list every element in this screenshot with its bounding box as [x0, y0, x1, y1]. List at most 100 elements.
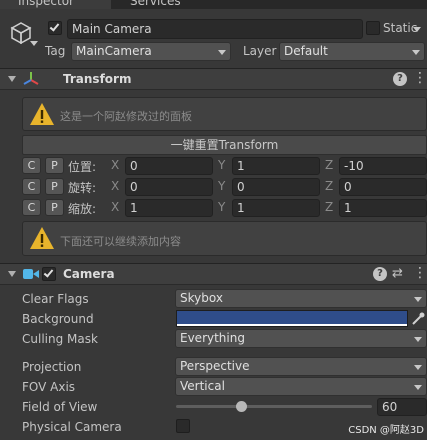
tag-value: MainCamera — [76, 44, 152, 58]
layer-dropdown[interactable]: Default — [279, 42, 425, 61]
clear-flags-label: Clear Flags — [22, 292, 89, 306]
settings-icon[interactable]: ⋮ — [413, 70, 427, 86]
fov-axis-value: Vertical — [180, 379, 225, 393]
fov-slider-track[interactable] — [176, 405, 372, 408]
culling-mask-value: Everything — [180, 331, 245, 345]
scale-y-value: 1 — [237, 201, 245, 215]
transform-row-scale: C P 缩放: X 1 Y 1 Z 1 — [0, 198, 427, 218]
tab-services-label: Services — [130, 0, 181, 8]
camera-icon — [23, 268, 39, 280]
clear-flags-dropdown[interactable]: Skybox — [175, 289, 427, 308]
transform-title: Transform — [63, 72, 132, 86]
position-label: 位置: — [68, 160, 97, 174]
transform-header[interactable]: Transform ? ⋮ — [0, 68, 427, 90]
static-checkbox[interactable] — [366, 21, 380, 35]
position-y-field[interactable]: 1 — [232, 157, 320, 175]
eyedropper-icon[interactable] — [410, 310, 426, 327]
fov-axis-label: FOV Axis — [22, 380, 76, 394]
scale-z-field[interactable]: 1 — [339, 199, 427, 217]
axis-y-label: Y — [218, 179, 226, 193]
help-icon[interactable]: ? — [373, 267, 387, 281]
paste-scale-button[interactable]: P — [45, 199, 64, 216]
rotation-z-field[interactable]: 0 — [339, 178, 427, 196]
position-z-value: -10 — [344, 159, 364, 173]
scale-x-value: 1 — [130, 201, 138, 215]
copy-scale-button[interactable]: C — [22, 199, 41, 216]
axis-y-label: Y — [218, 200, 226, 214]
tab-inspector[interactable]: Inspector — [0, 0, 111, 9]
projection-value: Perspective — [180, 359, 250, 373]
tag-dropdown[interactable]: MainCamera — [71, 42, 231, 61]
alpha-bar — [177, 324, 407, 326]
gameobject-cube-icon[interactable] — [10, 22, 32, 45]
transform-row-position: C P 位置: X 0 Y 1 Z -10 — [0, 156, 427, 176]
background-color-field[interactable] — [176, 310, 408, 327]
background-label: Background — [22, 312, 94, 326]
projection-dropdown[interactable]: Perspective — [175, 357, 427, 376]
warning-icon — [30, 227, 54, 249]
axis-x-label: X — [111, 158, 120, 172]
scale-z-value: 1 — [344, 201, 352, 215]
copy-label: C — [27, 180, 36, 193]
culling-mask-dropdown[interactable]: Everything — [175, 329, 427, 348]
camera-header[interactable]: Camera ? ⇄ ⋮ — [0, 263, 427, 285]
checkmark-icon — [43, 267, 54, 278]
copy-position-button[interactable]: C — [22, 157, 41, 174]
reset-transform-button[interactable]: 一键重置Transform — [22, 135, 427, 155]
foldout-arrow-icon[interactable] — [8, 271, 16, 277]
copy-label: C — [27, 159, 36, 172]
transform-note2-text: 下面还可以继续添加内容 — [60, 235, 181, 248]
position-y-value: 1 — [237, 159, 245, 173]
projection-label: Projection — [22, 360, 82, 374]
camera-title: Camera — [63, 267, 115, 281]
physical-camera-checkbox[interactable] — [176, 419, 190, 433]
presets-icon[interactable]: ⇄ — [392, 266, 403, 281]
gameobject-active-checkbox[interactable] — [48, 21, 62, 35]
fov-slider-thumb[interactable] — [235, 401, 247, 412]
rotation-x-field[interactable]: 0 — [125, 178, 213, 196]
rotation-y-field[interactable]: 0 — [232, 178, 320, 196]
scale-y-field[interactable]: 1 — [232, 199, 320, 217]
culling-mask-label: Culling Mask — [22, 332, 98, 346]
chevron-down-icon — [414, 297, 422, 302]
axis-x-label: X — [111, 200, 120, 214]
foldout-arrow-icon[interactable] — [8, 76, 16, 82]
rotation-label: 旋转: — [68, 181, 97, 195]
scale-x-field[interactable]: 1 — [125, 199, 213, 217]
camera-enabled-checkbox[interactable] — [42, 267, 56, 281]
gameobject-icon-dropdown-icon[interactable] — [30, 41, 38, 46]
help-icon[interactable]: ? — [393, 72, 407, 86]
fov-label: Field of View — [22, 400, 98, 414]
fov-value: 60 — [382, 400, 398, 414]
layer-value: Default — [284, 44, 328, 58]
axis-z-label: Z — [325, 179, 334, 193]
axis-z-label: Z — [325, 158, 334, 172]
chevron-down-icon — [414, 365, 422, 370]
fov-axis-dropdown[interactable]: Vertical — [175, 377, 427, 396]
warning-icon — [30, 103, 54, 125]
reset-transform-label: 一键重置Transform — [170, 138, 279, 152]
position-x-value: 0 — [130, 159, 138, 173]
paste-rotation-button[interactable]: P — [45, 178, 64, 195]
position-z-field[interactable]: -10 — [339, 157, 427, 175]
scale-label: 缩放: — [68, 202, 97, 216]
settings-icon[interactable]: ⋮ — [413, 265, 427, 281]
paste-label: P — [51, 159, 58, 172]
copy-rotation-button[interactable]: C — [22, 178, 41, 195]
position-x-field[interactable]: 0 — [125, 157, 213, 175]
tab-inspector-label: Inspector — [18, 0, 74, 8]
transform-note-box: 这是一个阿赵修改过的面板 — [22, 97, 427, 131]
static-dropdown-icon[interactable] — [413, 27, 421, 32]
tab-services[interactable]: Services — [114, 0, 181, 9]
paste-position-button[interactable]: P — [45, 157, 64, 174]
chevron-down-icon — [218, 50, 226, 55]
physical-camera-label: Physical Camera — [22, 420, 122, 434]
window-tab-bar: Inspector Services — [0, 0, 427, 9]
chevron-down-icon — [414, 385, 422, 390]
chevron-down-icon — [412, 50, 420, 55]
checkmark-icon — [49, 21, 60, 32]
axis-x-label: X — [111, 179, 120, 193]
gameobject-name-field[interactable]: Main Camera — [67, 19, 363, 39]
fov-value-field[interactable]: 60 — [377, 398, 427, 416]
gameobject-name-text: Main Camera — [72, 22, 152, 36]
